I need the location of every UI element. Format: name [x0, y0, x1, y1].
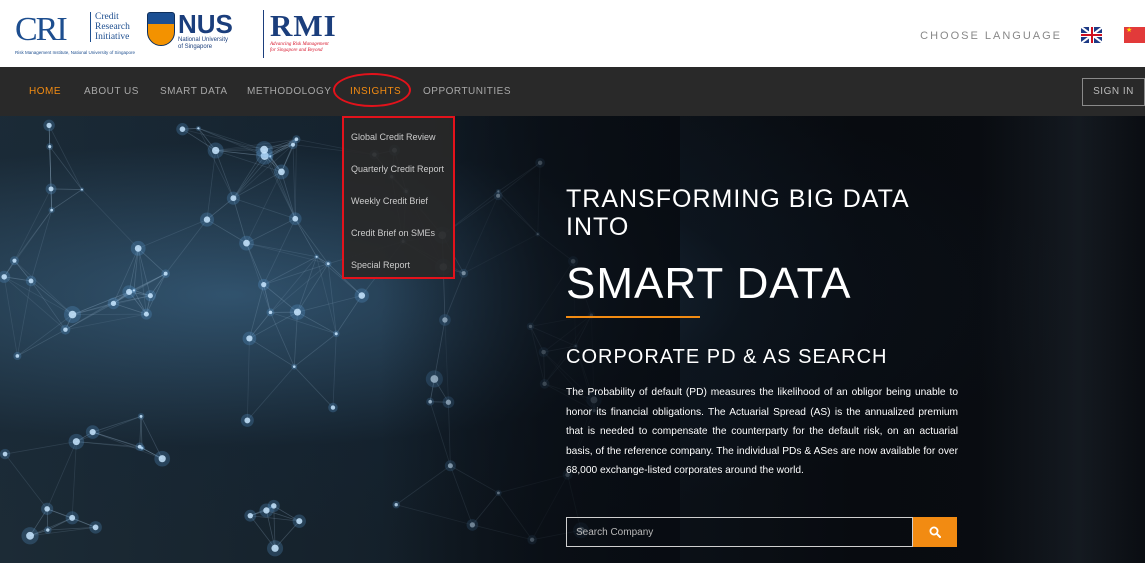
search-company-input[interactable] — [566, 517, 913, 547]
nav-item-insights[interactable]: INSIGHTS — [350, 86, 401, 97]
search-button[interactable] — [913, 517, 957, 547]
nus-logo-subtitle: National University of Singapore — [178, 37, 228, 51]
nav-item-methodology[interactable]: METHODOLOGY — [247, 86, 331, 97]
china-flag-icon[interactable] — [1124, 27, 1145, 43]
site-header: CRI Credit Research Initiative Risk Mana… — [0, 0, 1145, 67]
dropdown-item-quarterly-credit-report[interactable]: Quarterly Credit Report — [351, 164, 444, 174]
rmi-logo-mark: RMI — [270, 8, 337, 43]
hero-description: The Probability of default (PD) measures… — [566, 387, 958, 476]
nus-logo-sub-line: National University — [178, 37, 229, 43]
nus-logo[interactable]: NUS National University of Singapore — [147, 10, 251, 58]
rmi-logo[interactable]: RMI Advancing Risk Management for Singap… — [263, 10, 348, 58]
logo-group: CRI Credit Research Initiative Risk Mana… — [15, 10, 348, 58]
dropdown-item-weekly-credit-brief[interactable]: Weekly Credit Brief — [351, 196, 428, 206]
sign-in-button[interactable]: SIGN IN — [1082, 78, 1145, 106]
dropdown-item-credit-brief-on-smes[interactable]: Credit Brief on SMEs — [351, 228, 435, 238]
nav-item-smart-data[interactable]: SMART DATA — [160, 86, 228, 97]
hero-right-glow — [980, 116, 1145, 563]
hero-title-line1: TRANSFORMING BIG DATA INTO — [566, 185, 909, 241]
insights-dropdown-menu: Global Credit Review Quarterly Credit Re… — [342, 116, 455, 279]
nus-crest-icon — [147, 12, 175, 46]
hero-divider — [566, 316, 700, 318]
nav-item-home[interactable]: HOME — [29, 86, 61, 97]
hero-title-line2: SMART DATA — [566, 259, 852, 308]
choose-language-label: CHOOSE LANGUAGE — [920, 30, 1062, 42]
search-icon — [929, 526, 941, 538]
nav-item-about-us[interactable]: ABOUT US — [84, 86, 139, 97]
hero-subtitle: CORPORATE PD & AS SEARCH — [566, 346, 888, 368]
dropdown-item-global-credit-review[interactable]: Global Credit Review — [351, 132, 436, 142]
nus-logo-mark: NUS — [178, 9, 233, 39]
nus-logo-sub-line: of Singapore — [178, 44, 213, 50]
rmi-logo-sub-line: for Singapore and Beyond — [270, 48, 323, 53]
cri-logo-text: Credit Research Initiative — [90, 12, 130, 42]
uk-flag-icon[interactable] — [1081, 27, 1102, 43]
cri-logo-line: Research — [95, 22, 130, 32]
nav-item-opportunities[interactable]: OPPORTUNITIES — [423, 86, 511, 97]
cri-logo-subtitle: Risk Management Institute, National Univ… — [15, 50, 136, 55]
cri-logo[interactable]: CRI Credit Research Initiative Risk Mana… — [15, 10, 137, 58]
cri-logo-mark: CRI — [15, 11, 68, 48]
dropdown-item-special-report[interactable]: Special Report — [351, 260, 410, 270]
main-nav: HOME ABOUT US SMART DATA METHODOLOGY INS… — [0, 67, 1145, 116]
rmi-logo-subtitle: Advancing Risk Management for Singapore … — [270, 42, 348, 54]
cri-logo-line: Initiative — [95, 32, 130, 42]
hero-section — [0, 116, 1145, 563]
cri-logo-line: Credit — [95, 12, 119, 22]
